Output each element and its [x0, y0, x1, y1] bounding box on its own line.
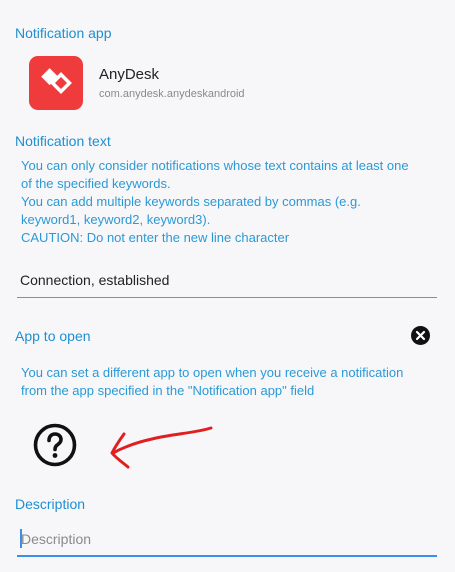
close-circle-icon: [411, 326, 430, 345]
clear-app-button[interactable]: [411, 326, 430, 345]
hint-line: CAUTION: Do not enter the new line chara…: [21, 230, 290, 245]
hint-line: of the specified keywords.: [21, 176, 171, 191]
notification-text-hint: You can only consider notifications whos…: [21, 157, 451, 247]
app-name: AnyDesk: [99, 66, 160, 83]
hint-line: You can set a different app to open when…: [21, 365, 404, 380]
description-placeholder: Description: [21, 531, 92, 547]
notification-text-value: Connection, established: [20, 272, 170, 288]
anydesk-app-icon[interactable]: [29, 56, 83, 110]
red-arrow-annotation-icon: [110, 426, 213, 469]
notification-app-title: Notification app: [15, 25, 112, 41]
anydesk-logo-icon: [29, 56, 83, 110]
notification-text-input[interactable]: Connection, established: [17, 264, 437, 298]
hint-line: You can add multiple keywords separated …: [21, 194, 361, 209]
question-mark-circle-icon: [33, 423, 77, 467]
description-input[interactable]: Description: [17, 522, 437, 557]
description-title: Description: [15, 496, 86, 512]
app-to-open-title: App to open: [15, 328, 91, 344]
hint-line: You can only consider notifications whos…: [21, 158, 409, 173]
notification-text-title: Notification text: [15, 133, 111, 149]
hint-line: keyword1, keyword2, keyword3).: [21, 212, 211, 227]
app-to-open-picker[interactable]: [33, 423, 77, 467]
app-to-open-hint: You can set a different app to open when…: [21, 364, 451, 400]
app-package: com.anydesk.anydeskandroid: [99, 88, 245, 100]
hint-line: from the app specified in the "Notificat…: [21, 383, 315, 398]
